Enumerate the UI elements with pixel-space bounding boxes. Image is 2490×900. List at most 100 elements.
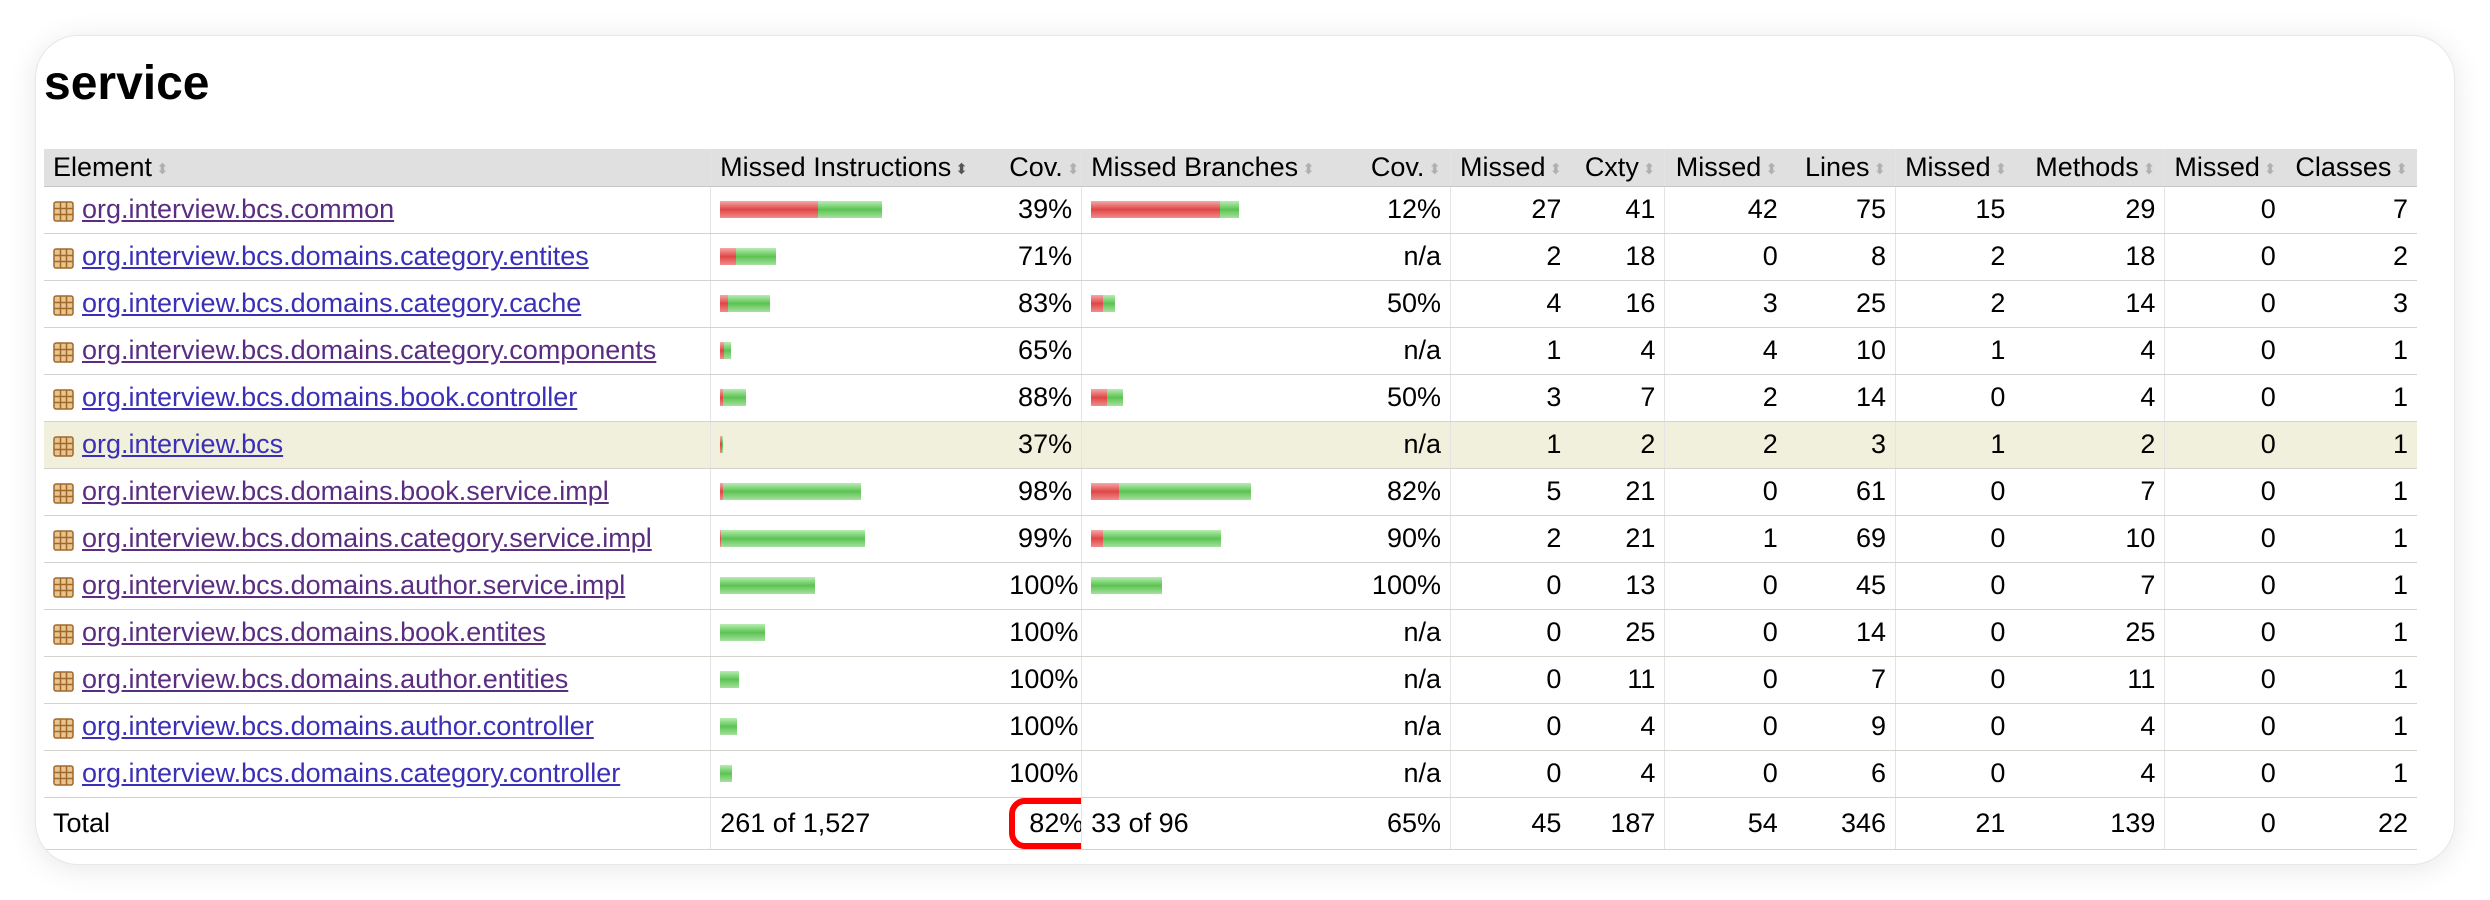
missed-instructions-cell	[710, 233, 1001, 281]
lines: 9	[1786, 703, 1896, 751]
missed-instructions-cell	[710, 327, 1001, 375]
covered-bar	[720, 624, 766, 641]
missed-branches-cell	[1081, 186, 1341, 234]
package-icon	[53, 198, 74, 223]
instr-cov: 65%	[1000, 327, 1082, 375]
instr-cov: 100%	[1000, 703, 1082, 751]
table-row: org.interview.bcs.domains.author.entitie…	[44, 656, 2417, 704]
missed-classes: 0	[2164, 703, 2285, 751]
package-link[interactable]: org.interview.bcs.common	[82, 194, 394, 224]
missed-branches-cell	[1081, 327, 1341, 375]
branch-cov: n/a	[1340, 656, 1451, 704]
total-methods: 139	[2014, 797, 2165, 850]
element-cell: org.interview.bcs.domains.book.controlle…	[44, 374, 711, 422]
lines: 75	[1786, 186, 1896, 234]
header-instr-cov[interactable]: Cov. ⬍	[1000, 149, 1082, 187]
missed-lines: 0	[1664, 703, 1787, 751]
missed-cxty: 0	[1449, 656, 1571, 704]
package-icon	[53, 480, 74, 505]
package-link[interactable]: org.interview.bcs.domains.category.contr…	[82, 758, 620, 788]
covered-bar	[721, 530, 866, 547]
report-card: service Element ⬍ Missed Instructions ⬍ Co…	[36, 36, 2454, 864]
missed-cxty: 0	[1449, 609, 1571, 657]
header-missed-methods[interactable]: Missed ⬍	[1895, 149, 2015, 187]
package-link[interactable]: org.interview.bcs.domains.author.control…	[82, 711, 594, 741]
package-link[interactable]: org.interview.bcs.domains.category.cache	[82, 288, 581, 318]
header-cxty[interactable]: Cxty ⬍	[1570, 149, 1665, 187]
missed-lines: 2	[1664, 374, 1787, 422]
cxty: 13	[1570, 562, 1665, 610]
element-cell: org.interview.bcs.domains.author.service…	[44, 562, 711, 610]
header-missed-instructions[interactable]: Missed Instructions ⬍	[710, 149, 1001, 187]
sort-icon: ⬍	[1873, 160, 1887, 178]
coverage-bar	[720, 422, 991, 468]
header-methods[interactable]: Methods ⬍	[2014, 149, 2165, 187]
branch-cov: 50%	[1340, 374, 1451, 422]
lines: 7	[1786, 656, 1896, 704]
package-icon	[53, 621, 74, 646]
missed-branches-cell	[1081, 421, 1341, 469]
package-link[interactable]: org.interview.bcs	[82, 429, 283, 459]
classes: 1	[2284, 703, 2417, 751]
classes: 1	[2284, 750, 2417, 798]
missed-cxty: 4	[1449, 280, 1571, 328]
package-link[interactable]: org.interview.bcs.domains.category.entit…	[82, 241, 589, 271]
page-title: service	[44, 57, 210, 110]
missed-instructions-cell	[710, 703, 1001, 751]
branch-cov: n/a	[1340, 233, 1451, 281]
missed-branches-cell	[1081, 609, 1341, 657]
package-icon	[53, 433, 74, 458]
missed-instructions-cell	[710, 656, 1001, 704]
instr-cov: 37%	[1000, 421, 1082, 469]
missed-lines: 3	[1664, 280, 1787, 328]
package-link[interactable]: org.interview.bcs.domains.book.entites	[82, 617, 546, 647]
header-classes[interactable]: Classes ⬍	[2284, 149, 2417, 187]
cxty: 7	[1570, 374, 1665, 422]
missed-methods: 0	[1895, 703, 2015, 751]
element-cell: org.interview.bcs.domains.author.entitie…	[44, 656, 711, 704]
element-cell: org.interview.bcs.domains.category.compo…	[44, 327, 711, 375]
covered-bar	[818, 201, 883, 218]
covered-bar	[722, 436, 724, 453]
package-link[interactable]: org.interview.bcs.domains.author.service…	[82, 570, 625, 600]
coverage-bar	[720, 657, 991, 703]
coverage-bar	[720, 751, 991, 797]
missed-lines: 1	[1664, 515, 1787, 563]
header-missed-lines[interactable]: Missed ⬍	[1664, 149, 1787, 187]
header-missed-cxty[interactable]: Missed ⬍	[1449, 149, 1571, 187]
sort-icon: ⬍	[1994, 160, 2008, 178]
header-element[interactable]: Element ⬍	[44, 149, 711, 187]
missed-bar	[1091, 483, 1120, 500]
missed-classes: 0	[2164, 280, 2285, 328]
package-link[interactable]: org.interview.bcs.domains.category.compo…	[82, 335, 656, 365]
sort-icon: ⬍	[1302, 160, 1315, 178]
header-missed-classes[interactable]: Missed ⬍	[2164, 149, 2285, 187]
missed-methods: 15	[1895, 186, 2015, 234]
package-link[interactable]: org.interview.bcs.domains.book.controlle…	[82, 382, 577, 412]
element-cell: org.interview.bcs.domains.book.entites	[44, 609, 711, 657]
header-branch-cov[interactable]: Cov. ⬍	[1340, 149, 1451, 187]
coverage-bar	[1091, 563, 1332, 609]
classes: 1	[2284, 421, 2417, 469]
branch-cov: n/a	[1340, 703, 1451, 751]
classes: 2	[2284, 233, 2417, 281]
instr-cov: 71%	[1000, 233, 1082, 281]
sort-icon: ⬍	[1765, 160, 1778, 178]
lines: 61	[1786, 468, 1896, 516]
missed-cxty: 1	[1449, 327, 1571, 375]
missed-branches-cell	[1081, 374, 1341, 422]
package-link[interactable]: org.interview.bcs.domains.category.servi…	[82, 523, 652, 553]
coverage-bar	[720, 516, 991, 562]
missed-classes: 0	[2164, 186, 2285, 234]
header-missed-branches[interactable]: Missed Branches ⬍	[1081, 149, 1341, 187]
classes: 7	[2284, 186, 2417, 234]
package-link[interactable]: org.interview.bcs.domains.book.service.i…	[82, 476, 609, 506]
header-lines[interactable]: Lines ⬍	[1786, 149, 1896, 187]
missed-classes: 0	[2164, 656, 2285, 704]
branch-cov: n/a	[1340, 421, 1451, 469]
missed-lines: 0	[1664, 468, 1787, 516]
sort-icon: ⬍	[1642, 160, 1656, 178]
cxty: 16	[1570, 280, 1665, 328]
table-row: org.interview.bcs.domains.category.compo…	[44, 327, 2417, 375]
package-link[interactable]: org.interview.bcs.domains.author.entitie…	[82, 664, 568, 694]
